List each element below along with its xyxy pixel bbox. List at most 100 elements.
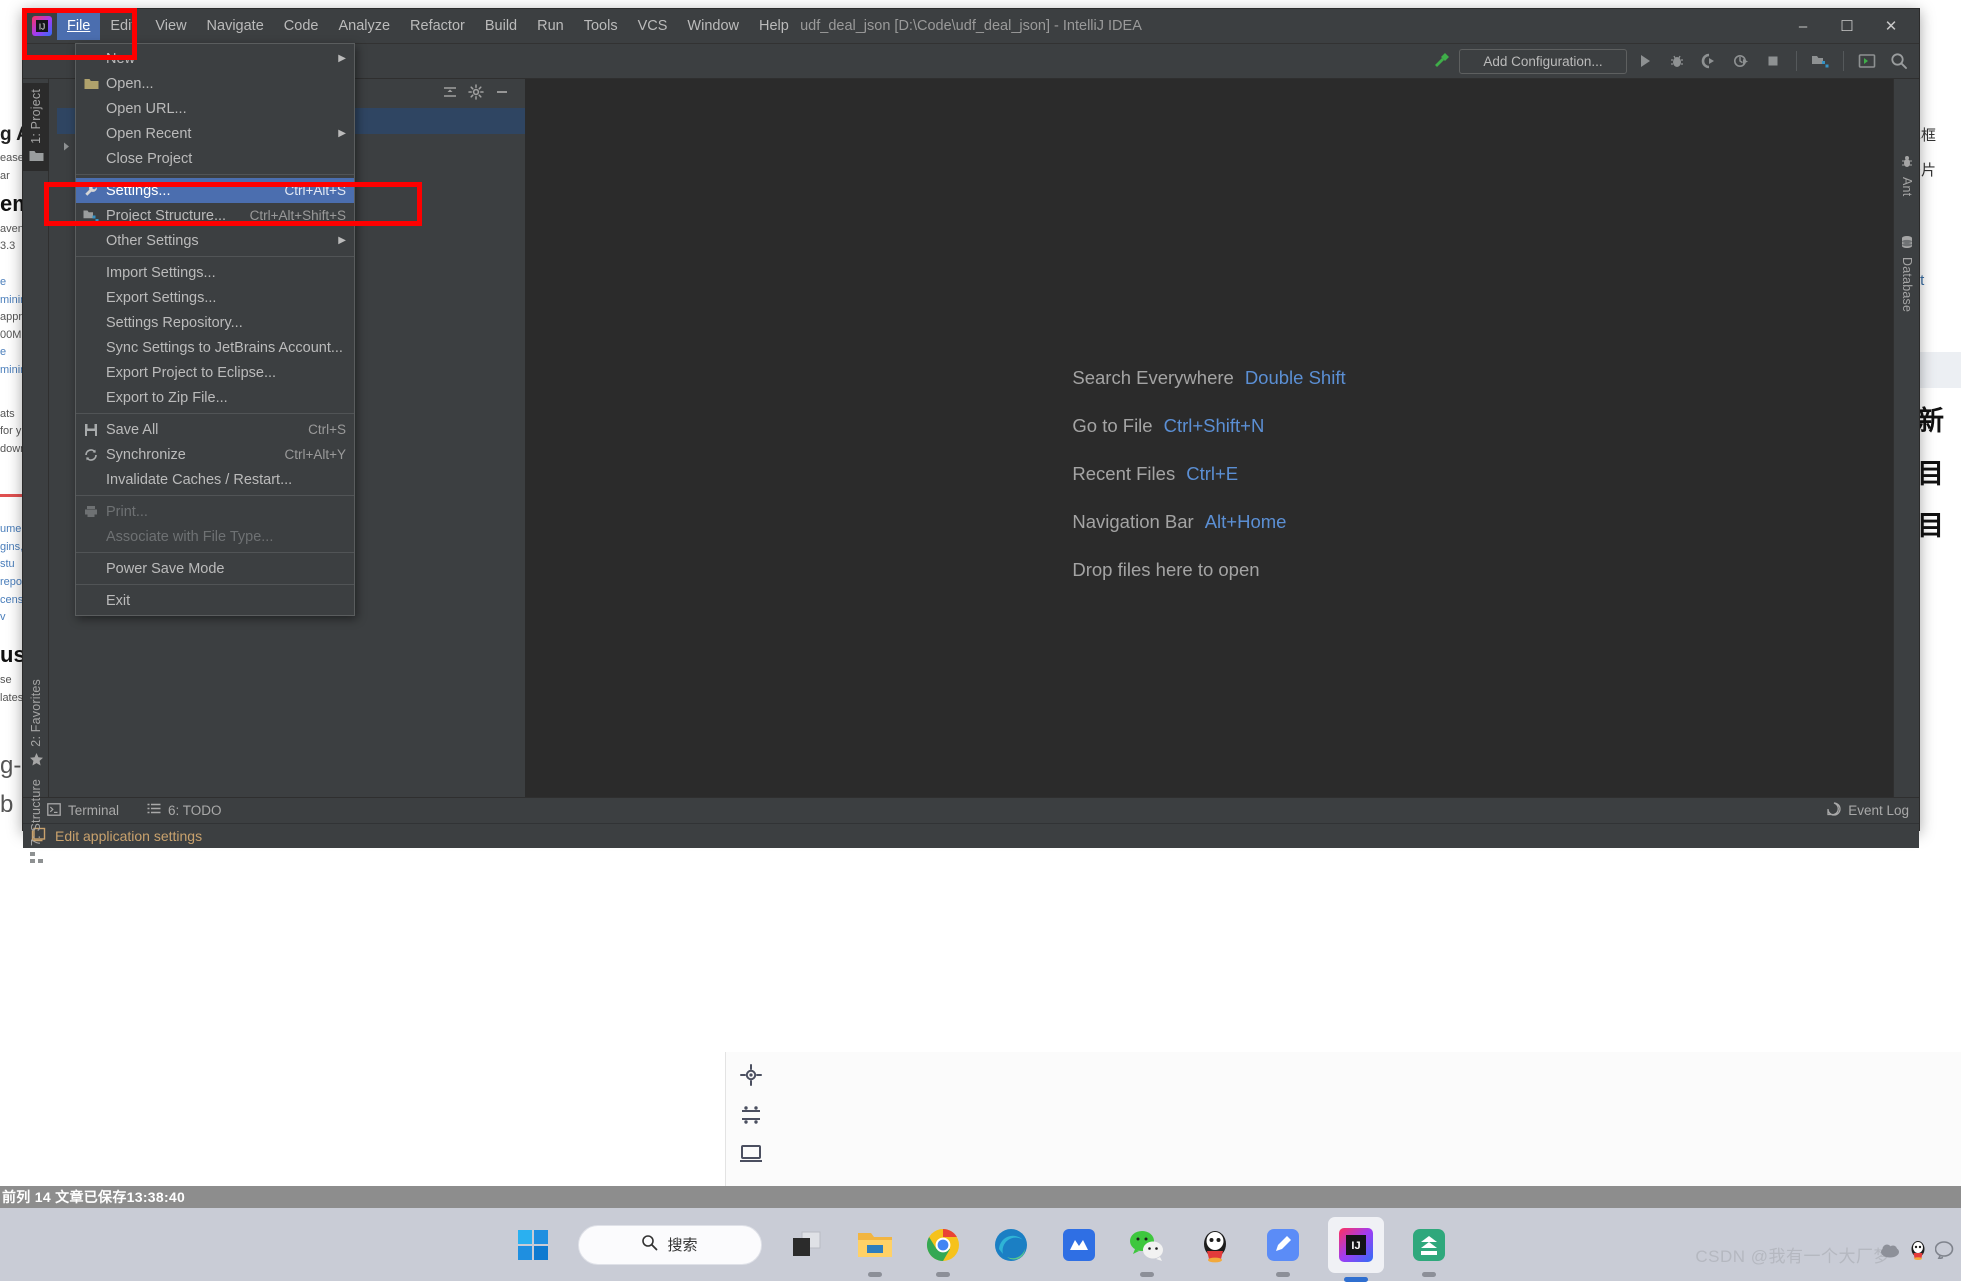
wechat-button[interactable] [1124, 1222, 1170, 1268]
editor-area: Search Everywhere Double Shift Go to Fil… [525, 79, 1893, 797]
menu-item-print: Print... [76, 499, 354, 524]
menu-build[interactable]: Build [475, 12, 527, 40]
target-icon[interactable] [740, 1064, 762, 1086]
menu-item-new[interactable]: New ▶ [76, 46, 354, 71]
hint-label: Go to File [1072, 415, 1152, 437]
maximize-button[interactable]: ☐ [1825, 10, 1869, 42]
background-status-line: 前列 14 文章已保存13:38:40 [0, 1186, 1961, 1208]
profile-icon[interactable] [1727, 48, 1755, 74]
status-todo-button[interactable]: 6: TODO [133, 803, 236, 818]
menu-help-label: Help [759, 18, 789, 34]
status-event-log-label: Event Log [1848, 803, 1909, 818]
task-view-button[interactable] [784, 1222, 830, 1268]
run-icon[interactable] [1631, 48, 1659, 74]
menu-item-save-all[interactable]: Save All Ctrl+S [76, 417, 354, 442]
sidebar-item-ant[interactable]: Ant [1894, 155, 1920, 196]
gear-icon[interactable] [465, 82, 487, 102]
file-explorer-button[interactable] [852, 1222, 898, 1268]
menu-edit-label: Edit [110, 18, 135, 34]
menu-vcs[interactable]: VCS [628, 12, 678, 40]
qq-button[interactable] [1192, 1222, 1238, 1268]
intellij-logo-icon[interactable]: IJ [27, 16, 57, 36]
menu-run[interactable]: Run [527, 12, 574, 40]
menu-code[interactable]: Code [274, 12, 329, 40]
menu-item-synchronize-label: Synchronize [106, 447, 268, 463]
app-blue-m-button[interactable] [1056, 1222, 1102, 1268]
file-dropdown-menu: New ▶ Open... Open URL... Open Recent ▶ … [75, 43, 355, 616]
menu-tools[interactable]: Tools [574, 12, 628, 40]
menu-item-open-url[interactable]: Open URL... [76, 96, 354, 121]
menu-refactor[interactable]: Refactor [400, 12, 475, 40]
start-button[interactable] [510, 1222, 556, 1268]
menu-file[interactable]: File [57, 12, 100, 40]
ant-icon [1900, 155, 1914, 172]
sidebar-item-structure[interactable]: 7: Structure [23, 779, 49, 867]
menu-analyze[interactable]: Analyze [328, 12, 400, 40]
collapse-all-icon[interactable] [439, 82, 461, 102]
notes-app-button[interactable] [1260, 1222, 1306, 1268]
menu-item-other-settings-label: Other Settings [106, 233, 328, 249]
wrench-icon [76, 183, 106, 198]
minimize-button[interactable]: – [1781, 10, 1825, 42]
menu-tools-label: Tools [584, 18, 618, 34]
menu-window-label: Window [687, 18, 739, 34]
chrome-button[interactable] [920, 1222, 966, 1268]
menu-item-other-settings[interactable]: Other Settings ▶ [76, 228, 354, 253]
sidebar-item-favorites[interactable]: 2: Favorites [23, 679, 49, 770]
tray-cloud-icon[interactable] [1879, 1241, 1901, 1264]
hint-label: Navigation Bar [1072, 511, 1193, 533]
menu-item-export-project-eclipse[interactable]: Export Project to Eclipse... [76, 360, 354, 385]
debug-icon[interactable] [1663, 48, 1691, 74]
menu-item-sync-settings-jetbrains[interactable]: Sync Settings to JetBrains Account... [76, 335, 354, 360]
menu-item-settings-repository[interactable]: Settings Repository... [76, 310, 354, 335]
menu-item-close-project[interactable]: Close Project [76, 146, 354, 171]
hammer-icon[interactable] [1427, 48, 1455, 74]
menu-item-project-structure[interactable]: Project Structure... Ctrl+Alt+Shift+S [76, 203, 354, 228]
toolbar-right-group: Add Configuration... [1427, 48, 1913, 74]
star-icon [29, 752, 44, 770]
menu-item-settings-repository-label: Settings Repository... [106, 315, 346, 331]
background-editor-pane [0, 1052, 726, 1208]
tray-chat-icon[interactable] [1935, 1241, 1955, 1264]
hide-panel-icon[interactable] [491, 82, 513, 102]
menu-item-export-settings[interactable]: Export Settings... [76, 285, 354, 310]
search-icon[interactable] [1885, 48, 1913, 74]
menu-help[interactable]: Help [749, 12, 799, 40]
run-coverage-icon[interactable] [1695, 48, 1723, 74]
menu-item-power-save-mode[interactable]: Power Save Mode [76, 556, 354, 581]
chevron-right-icon[interactable] [61, 139, 72, 155]
align-icon[interactable] [740, 1104, 762, 1126]
menu-edit[interactable]: Edit [100, 12, 145, 40]
hint-navigation-bar: Navigation Bar Alt+Home [1072, 511, 1345, 533]
add-configuration-button[interactable]: Add Configuration... [1459, 49, 1627, 74]
menu-item-export-zip[interactable]: Export to Zip File... [76, 385, 354, 410]
menu-item-invalidate-caches[interactable]: Invalidate Caches / Restart... [76, 467, 354, 492]
taskbar-running-dot [1276, 1272, 1290, 1277]
sync-icon [76, 448, 106, 462]
save-icon [76, 423, 106, 437]
terminal-icon[interactable] [1853, 48, 1881, 74]
stop-icon[interactable] [1759, 48, 1787, 74]
menu-item-exit[interactable]: Exit [76, 588, 354, 613]
menu-item-open-recent[interactable]: Open Recent ▶ [76, 121, 354, 146]
edge-button[interactable] [988, 1222, 1034, 1268]
menu-item-settings[interactable]: Settings... Ctrl+Alt+S [76, 178, 354, 203]
taskbar-search[interactable]: 搜索 [578, 1225, 762, 1265]
tray-qq-icon[interactable] [1909, 1240, 1927, 1265]
menu-item-open[interactable]: Open... [76, 71, 354, 96]
close-button[interactable]: ✕ [1869, 10, 1913, 42]
fullscreen-icon[interactable] [740, 1144, 762, 1162]
menu-navigate[interactable]: Navigate [197, 12, 274, 40]
status-event-log-button[interactable]: Event Log [1827, 802, 1909, 819]
menu-item-import-settings[interactable]: Import Settings... [76, 260, 354, 285]
menu-view[interactable]: View [145, 12, 196, 40]
intellij-idea-button[interactable]: IJ [1328, 1217, 1384, 1273]
folder-icon [76, 77, 106, 90]
menu-item-synchronize[interactable]: Synchronize Ctrl+Alt+Y [76, 442, 354, 467]
menu-window[interactable]: Window [677, 12, 749, 40]
sidebar-item-database[interactable]: Database [1894, 235, 1920, 312]
sidebar-item-project[interactable]: 1: Project [23, 83, 49, 171]
project-structure-icon[interactable] [1806, 48, 1834, 74]
hint-shortcut: Double Shift [1245, 367, 1346, 389]
green-app-button[interactable] [1406, 1222, 1452, 1268]
